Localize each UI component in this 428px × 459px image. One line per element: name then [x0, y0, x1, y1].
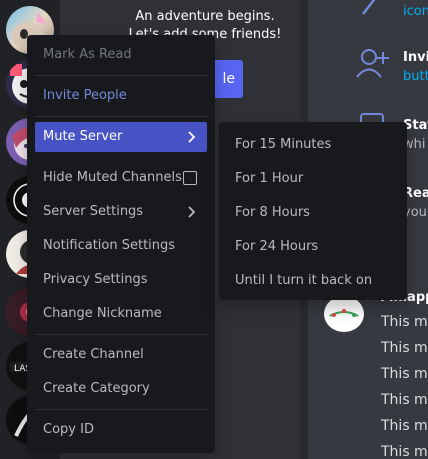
menu-item-privacy-settings[interactable]: Privacy Settings [35, 265, 207, 295]
menu-item-label: Privacy Settings [43, 272, 148, 287]
pencil-icon [355, 0, 391, 26]
tip-2-title: Invi [403, 50, 428, 65]
mute-option-1-hour[interactable]: For 1 Hour [227, 164, 399, 194]
menu-item-label: Create Category [43, 381, 150, 396]
checkbox-icon[interactable] [183, 171, 197, 185]
menu-item-create-category[interactable]: Create Category [35, 374, 207, 404]
menu-item-label: Copy ID [43, 422, 94, 437]
mute-duration-submenu: For 15 Minutes For 1 Hour For 8 Hours Fo… [219, 122, 407, 300]
menu-item-label: Mark As Read [43, 47, 132, 62]
menu-divider [35, 334, 207, 335]
menu-item-change-nickname[interactable]: Change Nickname [35, 299, 207, 329]
mute-option-15-minutes[interactable]: For 15 Minutes [227, 130, 399, 160]
menu-item-label: Create Channel [43, 347, 144, 362]
menu-item-label: Hide Muted Channels [43, 170, 182, 185]
add-user-icon [355, 46, 391, 78]
menu-item-mute-server[interactable]: Mute Server [35, 122, 207, 152]
message-line: This me [381, 366, 428, 382]
message-line: This me [381, 314, 428, 330]
menu-item-copy-id[interactable]: Copy ID [35, 415, 207, 445]
menu-item-label: Notification Settings [43, 238, 176, 253]
message-line: This me [381, 392, 428, 408]
server-context-menu: Mark As Read Invite People Mute Server H… [27, 35, 215, 453]
menu-item-create-channel[interactable]: Create Channel [35, 340, 207, 370]
mute-option-24-hours[interactable]: For 24 Hours [227, 232, 399, 262]
menu-divider [35, 409, 207, 410]
menu-item-server-settings[interactable]: Server Settings [35, 197, 207, 227]
menu-divider [35, 75, 207, 76]
mute-option-until-turned-back-on[interactable]: Until I turn it back on [227, 266, 399, 296]
menu-divider [35, 116, 207, 117]
menu-item-invite-people[interactable]: Invite People [35, 81, 207, 111]
chevron-right-icon [187, 122, 197, 152]
welcome-title: An adventure begins. [135, 9, 275, 24]
menu-item-notification-settings[interactable]: Notification Settings [35, 231, 207, 261]
message-line: This me [381, 444, 428, 459]
menu-item-label: Mute Server [43, 129, 123, 144]
avatar[interactable] [324, 296, 364, 332]
menu-item-label: Invite People [43, 88, 127, 103]
menu-item-label: Server Settings [43, 204, 144, 219]
menu-item-hide-muted-channels[interactable]: Hide Muted Channels [35, 163, 207, 193]
message-line: This me [381, 418, 428, 434]
message-line: This me [381, 340, 428, 356]
chevron-right-icon [187, 197, 197, 227]
mute-option-8-hours[interactable]: For 8 Hours [227, 198, 399, 228]
tip-2-subtitle[interactable]: butt [403, 69, 428, 84]
menu-item-mark-as-read: Mark As Read [35, 40, 207, 70]
menu-item-label: Change Nickname [43, 306, 162, 321]
tip-1-subtitle[interactable]: icon [403, 4, 428, 19]
